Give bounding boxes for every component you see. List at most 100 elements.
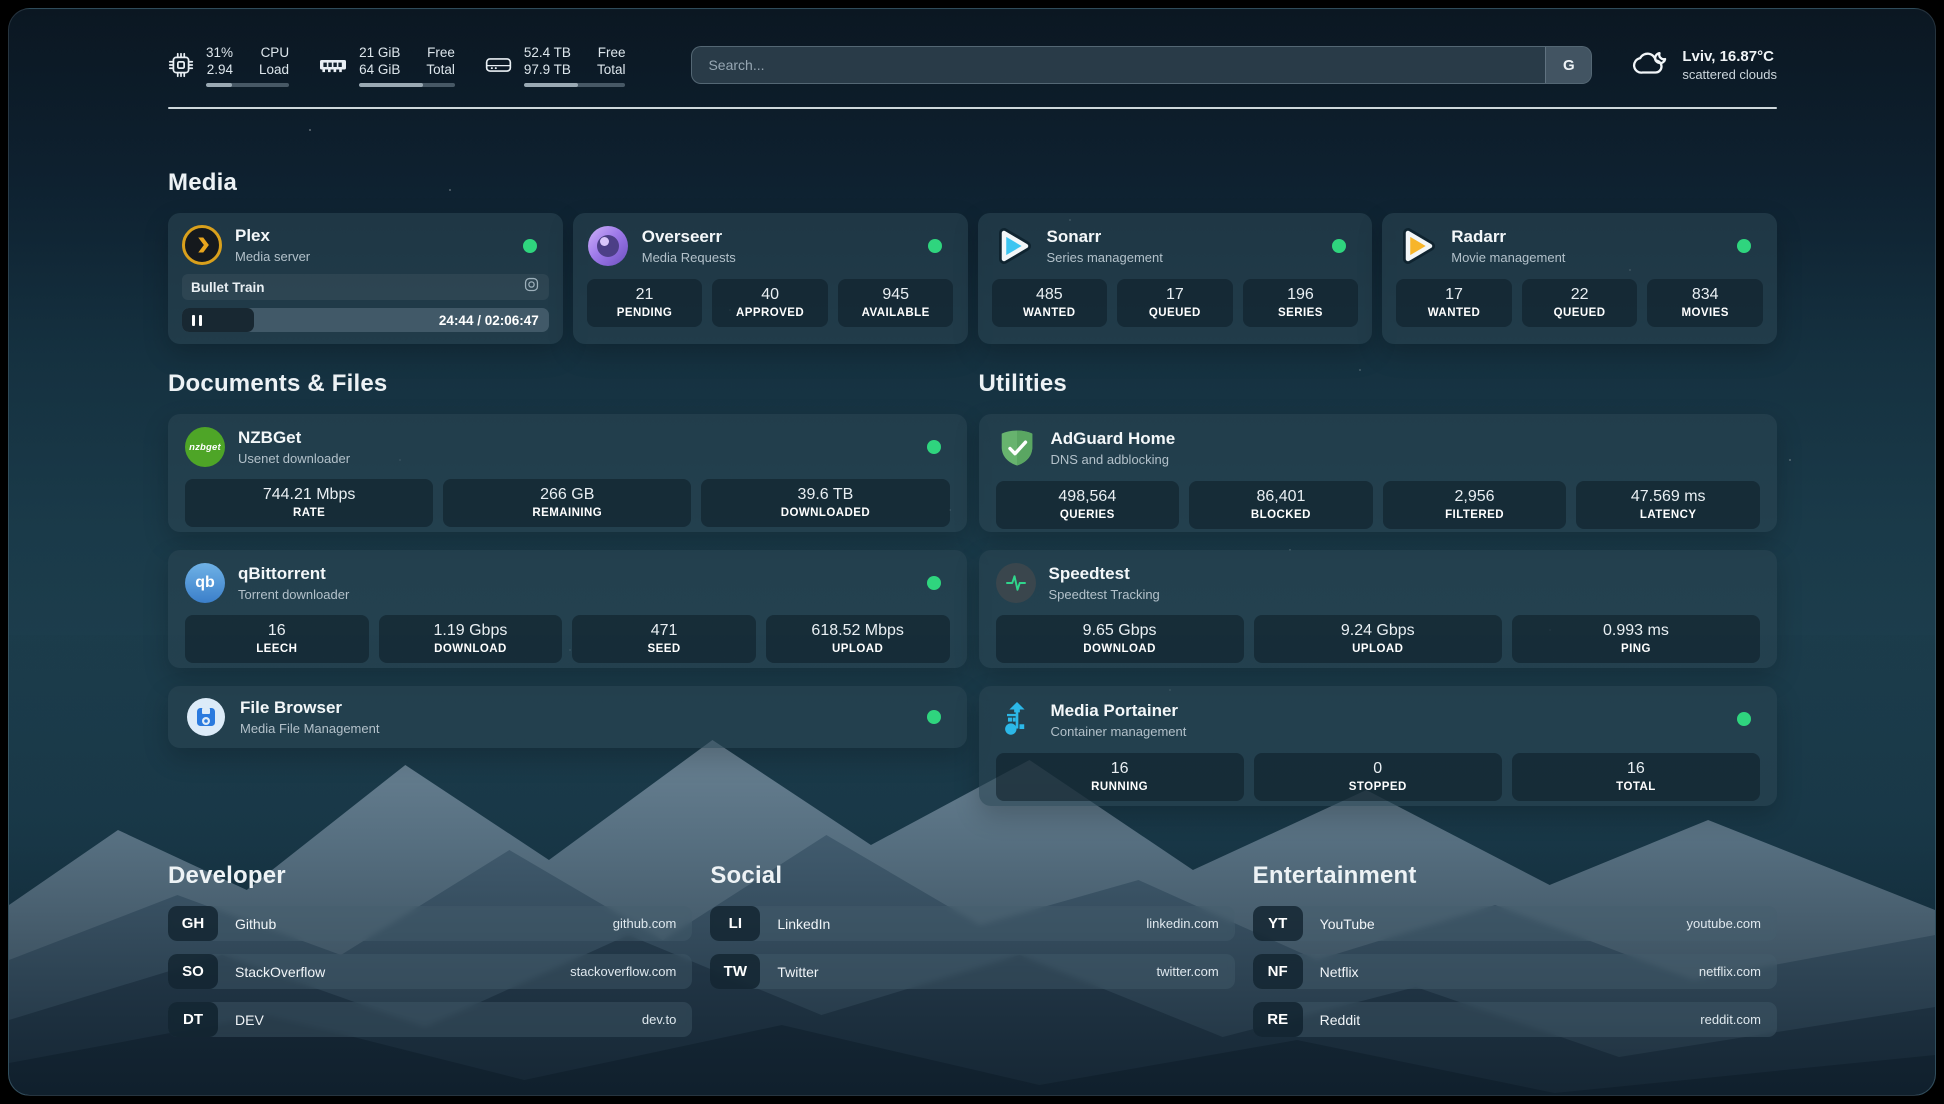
stat-movies: 834 MOVIES: [1647, 279, 1763, 327]
app-card-sonarr[interactable]: Sonarr Series management 485 WANTED 17 Q…: [978, 213, 1373, 344]
sonarr-icon: [992, 225, 1034, 267]
bookmark-twitter[interactable]: TW Twitter twitter.com: [710, 954, 1234, 989]
memory-progress-bar: [359, 83, 455, 87]
section-title-developer: Developer: [168, 862, 692, 890]
section-title-documents: Documents & Files: [168, 370, 967, 398]
cloud-moon-icon: [1632, 47, 1670, 84]
disk-metric: 52.4 TB 97.9 TB Free Total: [485, 44, 626, 87]
playback-progress-bar: 24:44 / 02:06:47: [182, 308, 549, 332]
status-dot: [523, 239, 537, 253]
now-playing-row: Bullet Train: [182, 274, 549, 300]
disk-progress-bar: [524, 83, 626, 87]
stat-seed: 471 SEED: [572, 615, 756, 663]
plex-icon: [182, 225, 222, 265]
playback-time: 24:44 / 02:06:47: [439, 313, 539, 328]
developer-column: Developer GH Github github.com SO StackO…: [168, 862, 692, 1050]
stat-upload: 618.52 Mbps UPLOAD: [766, 615, 950, 663]
bookmark-linkedin[interactable]: LI LinkedIn linkedin.com: [710, 906, 1234, 941]
stat-downloaded: 39.6 TB DOWNLOADED: [701, 479, 949, 527]
app-card-overseerr[interactable]: Overseerr Media Requests 21 PENDING 40 A…: [573, 213, 968, 344]
memory-metric: 21 GiB 64 GiB Free Total: [319, 44, 455, 87]
bookmark-reddit[interactable]: RE Reddit reddit.com: [1253, 1002, 1777, 1037]
stat-total: 16 TOTAL: [1512, 753, 1760, 801]
section-title-entertainment: Entertainment: [1253, 862, 1777, 890]
cpu-metric: 31% 2.94 CPU Load: [168, 44, 289, 87]
status-dot: [1737, 239, 1751, 253]
stat-upload: 9.24 Gbps UPLOAD: [1254, 615, 1502, 663]
stat-wanted: 485 WANTED: [992, 279, 1108, 327]
app-card-filebrowser[interactable]: File Browser Media File Management: [168, 686, 967, 748]
now-playing-title: Bullet Train: [191, 280, 523, 295]
overseerr-icon: [587, 225, 629, 267]
status-dot: [927, 440, 941, 454]
speedtest-icon: [996, 563, 1036, 603]
bookmark-github[interactable]: GH Github github.com: [168, 906, 692, 941]
filebrowser-icon: [185, 696, 227, 738]
app-card-qbittorrent[interactable]: qb qBittorrent Torrent downloader 16 LEE…: [168, 550, 967, 668]
header-divider: [168, 107, 1777, 109]
app-card-speedtest[interactable]: Speedtest Speedtest Tracking 9.65 Gbps D…: [979, 550, 1778, 668]
status-dot: [1737, 712, 1751, 726]
section-title-media: Media: [168, 169, 1777, 197]
disk-labels: Free Total: [597, 44, 626, 78]
status-dot: [927, 576, 941, 590]
stat-running: 16 RUNNING: [996, 753, 1244, 801]
stat-queued: 22 QUEUED: [1522, 279, 1638, 327]
app-card-radarr[interactable]: Radarr Movie management 17 WANTED 22 QUE…: [1382, 213, 1777, 344]
stat-download: 9.65 Gbps DOWNLOAD: [996, 615, 1244, 663]
app-card-portainer[interactable]: Media Portainer Container management 16 …: [979, 686, 1778, 806]
ram-icon: [319, 55, 347, 75]
stat-series: 196 SERIES: [1243, 279, 1359, 327]
disk-values: 52.4 TB 97.9 TB: [524, 44, 571, 78]
search-input[interactable]: [692, 47, 1545, 83]
stat-filtered: 2,956 FILTERED: [1383, 481, 1567, 529]
qbittorrent-icon: qb: [185, 563, 225, 603]
app-card-plex[interactable]: Plex Media server Bullet Train: [168, 213, 563, 344]
stat-queries: 498,564 QUERIES: [996, 481, 1180, 529]
radarr-icon: [1396, 225, 1438, 267]
section-title-utilities: Utilities: [979, 370, 1778, 398]
status-dot: [927, 710, 941, 724]
stat-queued: 17 QUEUED: [1117, 279, 1233, 327]
top-bar: 31% 2.94 CPU Load: [168, 41, 1777, 89]
search-engine-button[interactable]: G: [1545, 47, 1591, 83]
section-title-social: Social: [710, 862, 1234, 890]
utilities-column: Utilities: [979, 370, 1778, 806]
stat-blocked: 86,401 BLOCKED: [1189, 481, 1373, 529]
cpu-labels: CPU Load: [259, 44, 289, 78]
weather-location-temp: Lviv, 16.87°C: [1682, 48, 1777, 65]
bookmark-stackoverflow[interactable]: SO StackOverflow stackoverflow.com: [168, 954, 692, 989]
entertainment-column: Entertainment YT YouTube youtube.com NF …: [1253, 862, 1777, 1050]
cpu-progress-bar: [206, 83, 289, 87]
search-bar: G: [691, 46, 1592, 84]
adguard-icon: [996, 427, 1038, 469]
cpu-values: 31% 2.94: [206, 44, 233, 78]
status-dot: [928, 239, 942, 253]
stat-leech: 16 LEECH: [185, 615, 369, 663]
stat-remaining: 266 GB REMAINING: [443, 479, 691, 527]
bookmark-dev[interactable]: DT DEV dev.to: [168, 1002, 692, 1037]
weather-condition: scattered clouds: [1682, 67, 1777, 82]
disk-icon: [485, 54, 512, 76]
portainer-icon: [996, 699, 1038, 741]
now-playing-icon[interactable]: [523, 276, 540, 298]
app-card-adguard[interactable]: AdGuard Home DNS and adblocking 498,564 …: [979, 414, 1778, 532]
social-column: Social LI LinkedIn linkedin.com TW Twitt…: [710, 862, 1234, 1050]
documents-column: Documents & Files nzbget NZBGet Usenet d…: [168, 370, 967, 806]
stat-pending: 21 PENDING: [587, 279, 703, 327]
stat-approved: 40 APPROVED: [712, 279, 828, 327]
nzbget-icon: nzbget: [185, 427, 225, 467]
pause-icon[interactable]: [192, 315, 202, 326]
stat-wanted: 17 WANTED: [1396, 279, 1512, 327]
bookmark-youtube[interactable]: YT YouTube youtube.com: [1253, 906, 1777, 941]
memory-values: 21 GiB 64 GiB: [359, 44, 400, 78]
bookmark-netflix[interactable]: NF Netflix netflix.com: [1253, 954, 1777, 989]
stat-download: 1.19 Gbps DOWNLOAD: [379, 615, 563, 663]
stat-stopped: 0 STOPPED: [1254, 753, 1502, 801]
stat-ping: 0.993 ms PING: [1512, 615, 1760, 663]
cpu-icon: [168, 52, 194, 78]
stat-available: 945 AVAILABLE: [838, 279, 954, 327]
app-card-nzbget[interactable]: nzbget NZBGet Usenet downloader 744.21 M…: [168, 414, 967, 532]
memory-labels: Free Total: [426, 44, 455, 78]
stat-latency: 47.569 ms LATENCY: [1576, 481, 1760, 529]
